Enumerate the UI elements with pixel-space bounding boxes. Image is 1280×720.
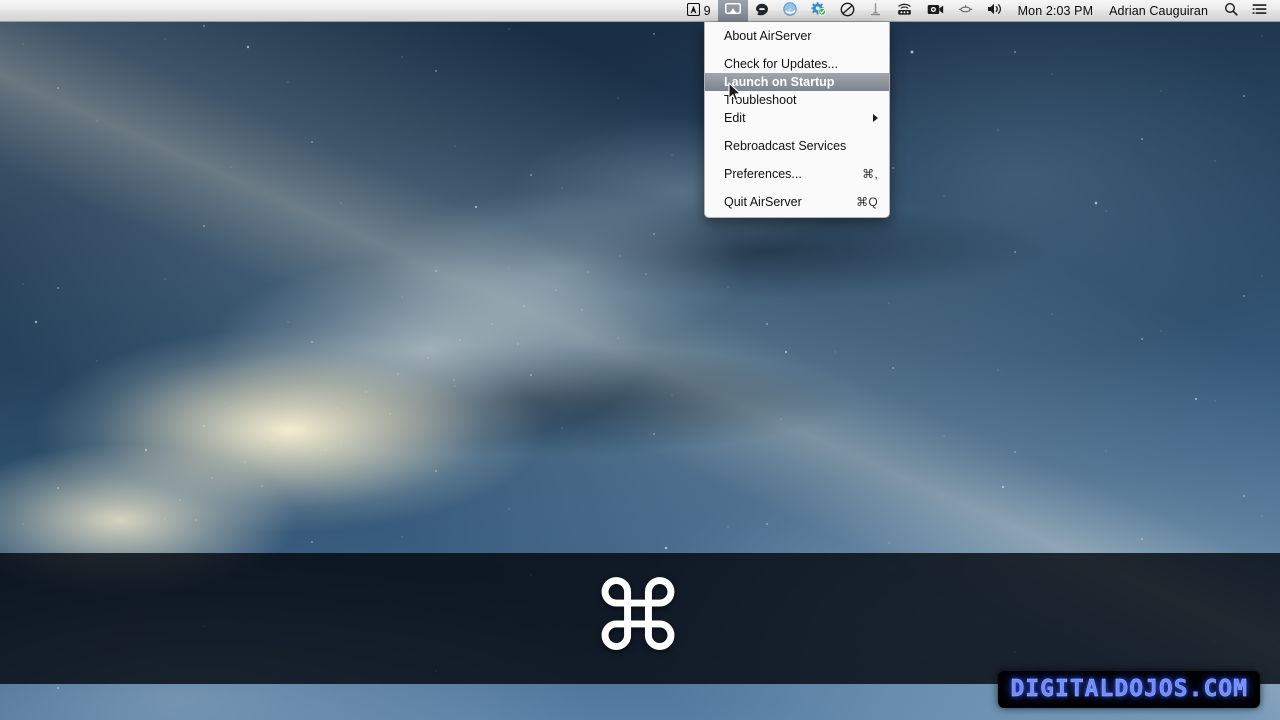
- menu-item-shortcut: ⌘,: [862, 167, 878, 181]
- command-key-symbol: ⌘: [590, 560, 686, 673]
- notification-center-button[interactable]: [1245, 0, 1274, 22]
- status-item-bluetooth[interactable]: [862, 0, 889, 22]
- spotlight-button[interactable]: [1217, 0, 1245, 22]
- menu-item-label: About AirServer: [724, 29, 812, 43]
- menu-item-label: Launch on Startup: [724, 75, 835, 89]
- video-camera-icon: [927, 3, 944, 19]
- status-item-internet-explorer[interactable]: e: [776, 0, 804, 22]
- svg-text:e: e: [788, 7, 791, 14]
- menu-item-edit[interactable]: Edit: [705, 109, 889, 127]
- status-item-updater[interactable]: [804, 0, 833, 22]
- status-item-airplay[interactable]: [717, 0, 748, 22]
- menu-item-label: Rebroadcast Services: [724, 139, 847, 153]
- status-item-airserver-logo[interactable]: 9: [680, 0, 718, 22]
- menu-bar-user-name[interactable]: Adrian Cauguiran: [1100, 0, 1217, 22]
- airserver-dropdown-menu: About AirServer Check for Updates... Lau…: [704, 22, 890, 218]
- clock-text: Mon 2:03 PM: [1017, 3, 1094, 18]
- status-item-airserver-count: 9: [703, 3, 711, 18]
- airserver-a-logo-icon: [686, 2, 700, 19]
- airplay-icon: [724, 2, 741, 19]
- menu-item-label: Troubleshoot: [724, 93, 797, 107]
- watermark-text: DIGITALDOJOS.COM: [1010, 676, 1248, 702]
- status-item-do-not-disturb[interactable]: [833, 0, 862, 22]
- menu-bar-status-area: 9 e Mon 2:03 PM Adrian Cauguiran: [680, 0, 1280, 22]
- menu-bar-clock[interactable]: Mon 2:03 PM: [1011, 0, 1100, 22]
- menu-item-label: Preferences...: [724, 167, 802, 181]
- menu-item-shortcut: ⌘Q: [856, 195, 878, 209]
- menu-item-label: Check for Updates...: [724, 57, 838, 71]
- chevron-right-icon: [873, 114, 878, 122]
- user-name-text: Adrian Cauguiran: [1109, 3, 1208, 18]
- menu-item-quit-airserver[interactable]: Quit AirServer ⌘Q: [705, 193, 889, 211]
- gear-check-icon: [811, 2, 826, 19]
- bluetooth-icon: [869, 2, 882, 19]
- ie-browser-icon: e: [782, 2, 797, 19]
- status-item-dropbox[interactable]: [748, 0, 776, 22]
- watermark-badge: DIGITALDOJOS.COM: [998, 671, 1260, 708]
- search-icon: [1224, 2, 1238, 19]
- no-entry-icon: [840, 2, 855, 20]
- keystroke-overlay-bar: ⌘: [0, 553, 1280, 684]
- menu-item-check-for-updates[interactable]: Check for Updates...: [705, 55, 889, 73]
- wifi-icon: [896, 2, 913, 19]
- menu-item-troubleshoot[interactable]: Troubleshoot: [705, 91, 889, 109]
- speaker-volume-icon: [987, 2, 1004, 19]
- dropbox-minus-icon: [755, 3, 769, 19]
- list-lines-icon: [1252, 3, 1267, 19]
- eject-disk-icon: [958, 3, 973, 19]
- menu-item-about-airserver[interactable]: About AirServer: [705, 27, 889, 45]
- menu-item-launch-on-startup[interactable]: Launch on Startup: [705, 73, 889, 91]
- status-item-wifi[interactable]: [889, 0, 920, 22]
- status-item-eject[interactable]: [951, 0, 980, 22]
- menu-item-label: Edit: [724, 111, 746, 125]
- status-item-screen-recorder[interactable]: [920, 0, 951, 22]
- menu-item-label: Quit AirServer: [724, 195, 802, 209]
- menu-item-preferences[interactable]: Preferences... ⌘,: [705, 165, 889, 183]
- status-item-volume[interactable]: [980, 0, 1011, 22]
- menu-bar: 9 e Mon 2:03 PM Adrian Cauguiran: [0, 0, 1280, 22]
- menu-item-rebroadcast-services[interactable]: Rebroadcast Services: [705, 137, 889, 155]
